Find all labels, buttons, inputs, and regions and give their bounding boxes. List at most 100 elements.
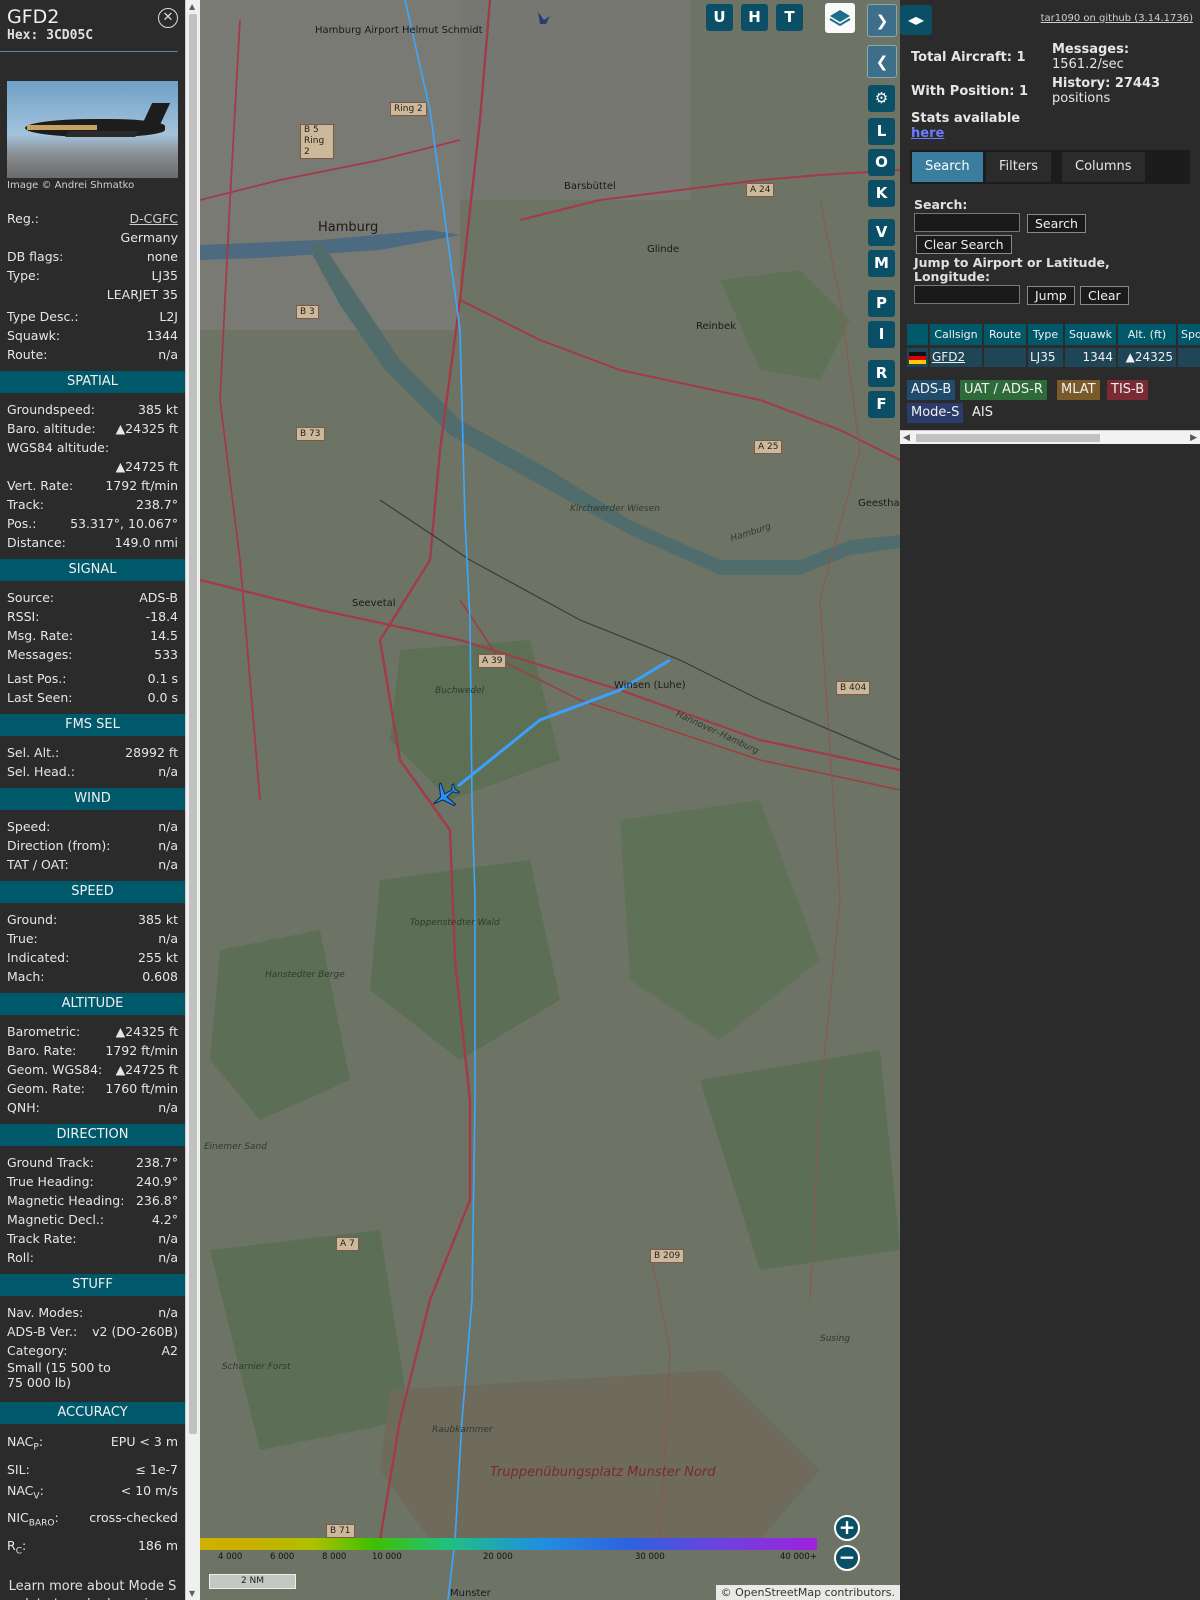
info-label: QNH: — [7, 1100, 40, 1115]
section-signal: SIGNAL — [0, 559, 185, 581]
source-chip-mlat[interactable]: MLAT — [1057, 380, 1100, 400]
toggle-v-button[interactable]: V — [868, 219, 895, 246]
layers-button[interactable] — [825, 3, 855, 33]
category-description: Small (15 500 to 75 000 lb) — [7, 1360, 111, 1390]
layers-icon — [829, 10, 851, 27]
position-value: 53.317°, 10.067° — [70, 516, 178, 531]
tab-columns[interactable]: Columns — [1062, 152, 1145, 182]
altitude-color-legend — [200, 1538, 817, 1550]
info-label: Magnetic Heading: — [7, 1193, 125, 1208]
chevron-left-icon[interactable]: ❮ — [867, 45, 897, 78]
german-flag-icon — [907, 348, 928, 367]
toggle-i-button[interactable]: I — [868, 321, 895, 348]
toggle-f-button[interactable]: F — [868, 391, 895, 418]
clear-search-button[interactable]: Clear Search — [916, 235, 1012, 254]
toggle-m-button[interactable]: M — [868, 250, 895, 277]
info-label: RSSI: — [7, 609, 40, 624]
speed-section: Ground: 385 kt True: n/a Indicated: 255 kt … — [0, 910, 185, 986]
track-value: 238.7° — [135, 497, 178, 512]
map-view[interactable]: Hamburg Airport Helmut Schmidt Hamburg B… — [200, 0, 900, 1600]
source-chip-adsb[interactable]: ADS-B — [907, 380, 956, 400]
altitude-scale-label: 40 000+ — [780, 1552, 817, 1562]
adsb-version-value: v2 (DO-260B) — [92, 1324, 178, 1339]
row-callsign[interactable]: GFD2 — [930, 348, 982, 367]
map-attribution[interactable]: © OpenStreetMap contributors. — [715, 1585, 900, 1600]
info-label-text: NIC — [7, 1510, 29, 1525]
table-header-callsign[interactable]: Callsign — [930, 324, 982, 345]
source-chip-uat[interactable]: UAT / ADS-R — [960, 380, 1047, 400]
info-label: Direction (from): — [7, 838, 111, 853]
table-header-route[interactable]: Route — [984, 324, 1026, 345]
scrollbar-thumb[interactable] — [916, 434, 1100, 442]
source-chip-ais[interactable]: AIS — [968, 403, 997, 423]
zoom-out-button[interactable]: − — [834, 1545, 860, 1571]
scroll-down-icon[interactable]: ▼ — [189, 1589, 195, 1598]
messages-stat: Messages: 1561.2/sec — [1052, 42, 1129, 72]
registration-link[interactable]: D-CGFC — [130, 209, 178, 228]
info-label: Ground Track: — [7, 1155, 94, 1170]
github-link[interactable]: tar1090 on github (3.14.1736) — [1041, 13, 1193, 24]
close-icon[interactable]: ✕ — [158, 8, 178, 28]
info-label: RC: — [7, 1537, 27, 1557]
sidebar-tabs: Search Filters Columns — [910, 150, 1190, 184]
info-label: Distance: — [7, 535, 66, 550]
clear-jump-button[interactable]: Clear — [1080, 286, 1129, 305]
jump-button[interactable]: Jump — [1027, 286, 1075, 305]
category-value: A2 — [161, 1343, 178, 1358]
search-button[interactable]: Search — [1027, 214, 1086, 233]
toggle-k-button[interactable]: K — [868, 180, 895, 207]
toggle-l-button[interactable]: L — [868, 118, 895, 145]
info-label: Ground: — [7, 912, 58, 927]
total-aircraft-stat: Total Aircraft: 1 — [911, 50, 1026, 65]
gear-icon[interactable]: ⚙ — [868, 85, 895, 112]
airport-label: Hamburg Airport Helmut Schmidt — [315, 25, 483, 36]
jump-label: Jump to Airport or Latitude, Longitude: — [914, 255, 1110, 284]
collapse-sidebar-icon[interactable]: ◂▸ — [900, 5, 932, 35]
scrollbar-thumb[interactable] — [189, 14, 197, 1434]
military-area — [380, 1370, 820, 1540]
info-label: Type Desc.: — [7, 309, 79, 324]
source-chip-modes[interactable]: Mode-S — [907, 403, 964, 423]
source-chip-tisb[interactable]: TIS-B — [1107, 380, 1149, 400]
toggle-p-button[interactable]: P — [868, 290, 895, 317]
direction-section: Ground Track: 238.7° True Heading: 240.9° … — [0, 1153, 185, 1267]
signal-section: Source: ADS-B RSSI: -18.4 Msg. Rate: 14.5 M… — [0, 588, 185, 707]
road-shield: A 39 — [478, 654, 507, 668]
table-header-altitude[interactable]: Alt. (ft) — [1118, 324, 1176, 345]
table-header-type[interactable]: Type — [1028, 324, 1063, 345]
general-section: Reg.: D-CGFC Germany DB flags: none Type: L… — [0, 209, 185, 364]
stats-here-link[interactable]: here — [911, 126, 944, 141]
tab-filters[interactable]: Filters — [986, 152, 1051, 182]
forest-area — [620, 800, 820, 1040]
road-shield: B 404 — [836, 681, 871, 695]
place-barsbuttel: Barsbüttel — [564, 181, 616, 192]
aircraft-photo[interactable] — [7, 81, 178, 178]
roll-value: n/a — [158, 1250, 178, 1265]
toggle-h-button[interactable]: H — [741, 4, 768, 31]
section-wind: WIND — [0, 788, 185, 810]
search-input[interactable] — [914, 213, 1020, 232]
info-label-text: R — [7, 1537, 16, 1553]
place-raubkammer: Raubkammer — [432, 1425, 493, 1435]
chevron-right-icon[interactable]: ❯ — [867, 4, 897, 37]
jet-wing — [65, 131, 139, 137]
altitude-scale-label: 4 000 — [218, 1552, 243, 1562]
zoom-in-button[interactable]: + — [834, 1515, 860, 1541]
scroll-up-icon[interactable]: ▲ — [189, 2, 195, 11]
toggle-o-button[interactable]: O — [868, 149, 895, 176]
table-horizontal-scrollbar[interactable]: ◀ ▶ — [900, 430, 1200, 444]
scroll-left-icon[interactable]: ◀ — [903, 431, 910, 445]
scroll-right-icon[interactable]: ▶ — [1190, 431, 1197, 445]
toggle-u-button[interactable]: U — [706, 4, 733, 31]
wgs84-altitude-value: ▲24725 ft — [115, 459, 178, 474]
messages-rate: 1561.2/sec — [1052, 57, 1124, 72]
table-header-squawk[interactable]: Squawk — [1065, 324, 1116, 345]
road-shield: A 7 — [336, 1237, 359, 1251]
table-header-speed[interactable]: Spd — [1178, 324, 1200, 345]
jump-input[interactable] — [914, 285, 1020, 304]
aircraft-header: GFD2 Hex: 3CD05C ✕ — [0, 0, 178, 52]
toggle-t-button[interactable]: T — [776, 4, 803, 31]
toggle-r-button[interactable]: R — [868, 360, 895, 387]
tab-search[interactable]: Search — [912, 152, 983, 182]
left-panel-scrollbar[interactable]: ▲ ▼ — [185, 0, 200, 1600]
